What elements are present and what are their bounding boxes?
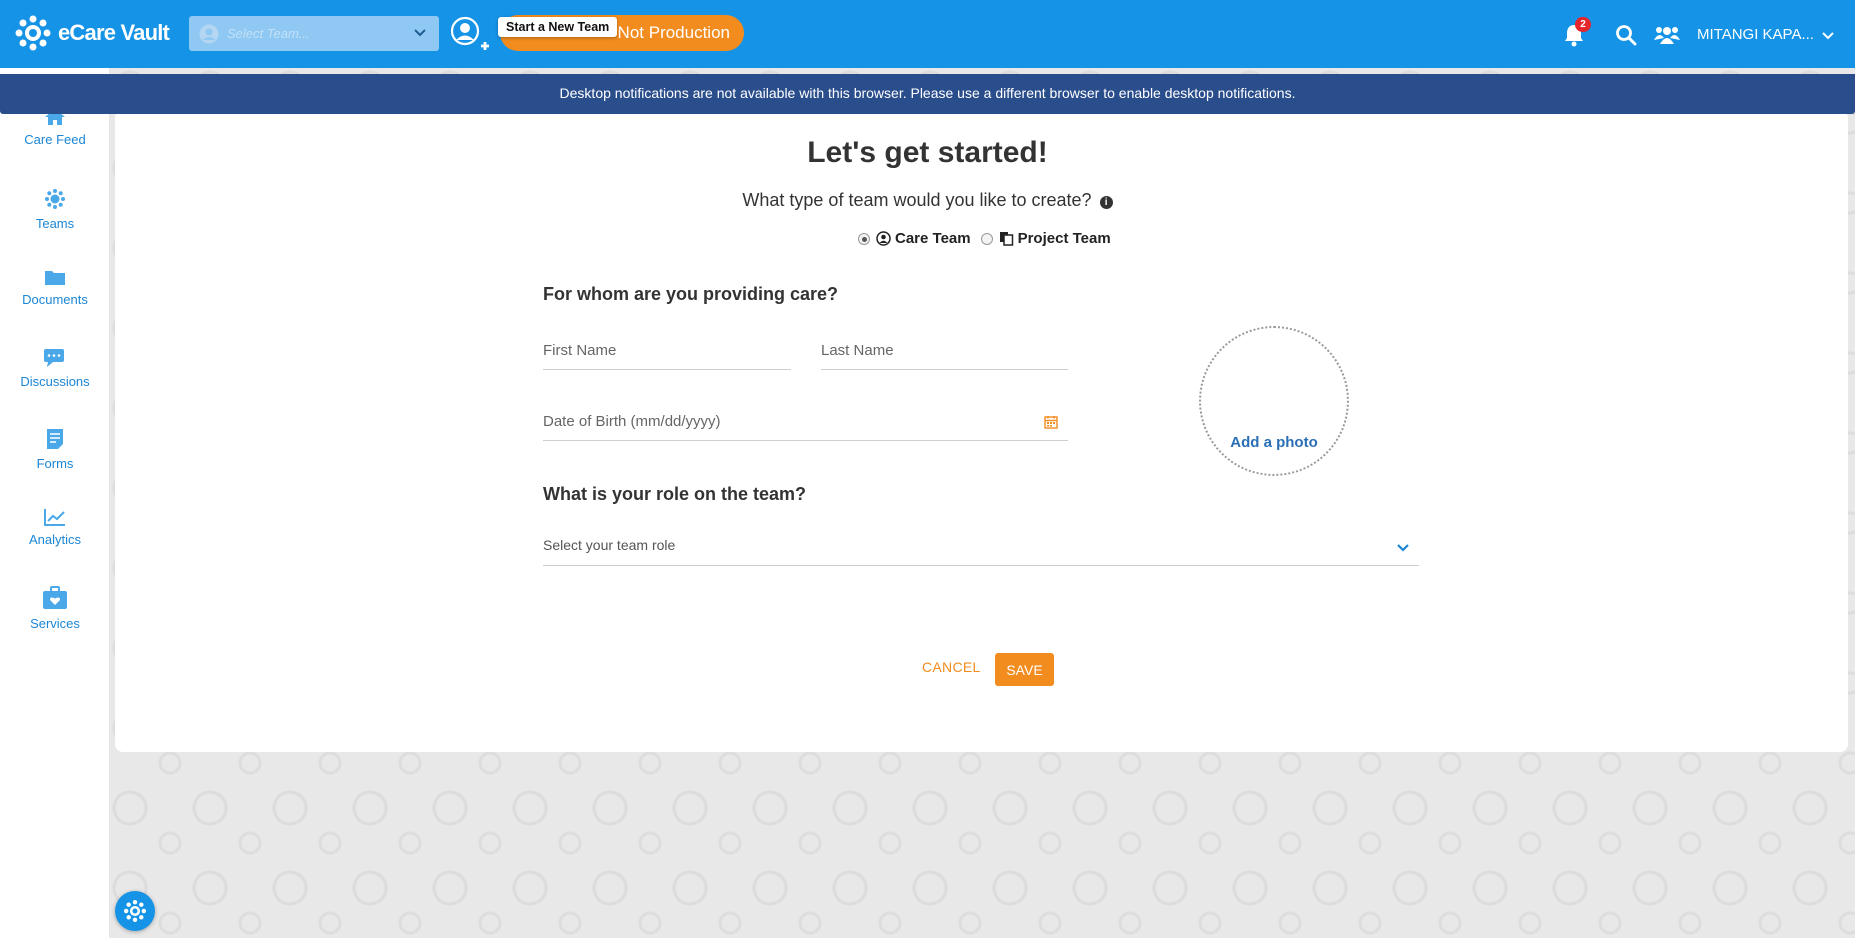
info-icon[interactable]: i xyxy=(1099,196,1113,209)
date-of-birth-placeholder: Date of Birth (mm/dd/yyyy) xyxy=(543,413,721,430)
top-bar: eCare Vault Select Team... Not Productio… xyxy=(0,0,1855,68)
chevron-down-icon[interactable] xyxy=(1821,29,1835,43)
chevron-down-icon xyxy=(1397,544,1409,552)
folder-icon xyxy=(45,271,65,285)
project-team-option[interactable]: Project Team xyxy=(980,230,1111,247)
user-avatar-icon xyxy=(199,24,219,43)
care-team-radio[interactable] xyxy=(858,232,870,245)
chevron-down-icon xyxy=(414,29,426,37)
chat-icon xyxy=(44,349,64,367)
team-members-icon[interactable] xyxy=(1654,24,1680,46)
calendar-icon[interactable] xyxy=(1044,415,1058,429)
copy-icon xyxy=(999,232,1013,246)
team-select[interactable]: Select Team... xyxy=(189,16,439,51)
add-user-icon[interactable] xyxy=(450,16,490,56)
photo-upload-circle[interactable] xyxy=(1199,326,1349,476)
care-team-option[interactable]: Care Team xyxy=(858,230,971,247)
ecare-logo-icon xyxy=(123,899,147,923)
brand-logo[interactable]: eCare Vault xyxy=(14,14,170,52)
user-menu-name[interactable]: MITANGI KAPA... xyxy=(1697,26,1814,43)
team-type-radio-group: Care Team Project Team xyxy=(858,230,1121,247)
form-icon xyxy=(47,429,63,449)
brand-name: eCare Vault xyxy=(58,20,170,45)
user-circle-icon xyxy=(876,231,891,246)
notification-count-badge: 2 xyxy=(1575,17,1591,32)
add-photo-link[interactable]: Add a photo xyxy=(1199,434,1349,451)
care-team-label: Care Team xyxy=(895,230,971,247)
chart-icon xyxy=(44,509,65,526)
ecare-logo-icon xyxy=(15,15,51,51)
last-name-field[interactable]: Last Name xyxy=(821,336,1068,370)
sidebar-item-label: Documents xyxy=(22,292,88,307)
sidebar-item-label: Teams xyxy=(35,216,75,231)
team-select-placeholder: Select Team... xyxy=(227,26,310,41)
last-name-placeholder: Last Name xyxy=(821,342,894,359)
help-chat-button[interactable] xyxy=(115,891,155,931)
team-role-placeholder: Select your team role xyxy=(543,537,676,553)
briefcase-icon xyxy=(43,586,67,609)
cancel-button[interactable]: CANCEL xyxy=(914,653,989,681)
project-team-radio[interactable] xyxy=(980,232,993,245)
first-name-placeholder: First Name xyxy=(543,342,617,359)
role-heading: What is your role on the team? xyxy=(543,484,807,504)
sidebar-item-label: Services xyxy=(30,616,80,631)
sidebar-item-forms[interactable]: Forms xyxy=(0,428,110,471)
date-of-birth-field[interactable]: Date of Birth (mm/dd/yyyy) xyxy=(543,407,1068,441)
sidebar-item-discussions[interactable]: Discussions xyxy=(0,348,110,389)
sidebar-item-label: Forms xyxy=(36,456,74,471)
start-team-tooltip: Start a New Team xyxy=(498,17,618,37)
care-recipient-heading: For whom are you providing care? xyxy=(543,284,839,304)
project-team-label: Project Team xyxy=(1017,230,1111,247)
save-button[interactable]: SAVE xyxy=(995,653,1054,686)
sidebar-item-label: Discussions xyxy=(20,374,90,389)
first-name-field[interactable]: First Name xyxy=(543,336,791,370)
team-role-select[interactable]: Select your team role xyxy=(543,532,1419,566)
sidebar-item-analytics[interactable]: Analytics xyxy=(0,508,110,547)
search-icon[interactable] xyxy=(1615,24,1637,46)
sidebar-item-documents[interactable]: Documents xyxy=(0,268,110,307)
environment-label: Not Production xyxy=(617,23,730,42)
team-type-question: What type of team would you like to crea… xyxy=(0,190,1855,211)
sidebar-item-label: Analytics xyxy=(28,532,82,547)
desktop-notification-banner: Desktop notifications are not available … xyxy=(0,74,1855,114)
sidebar-item-services[interactable]: Services xyxy=(0,586,110,631)
page-title: Let's get started! xyxy=(807,136,1048,169)
